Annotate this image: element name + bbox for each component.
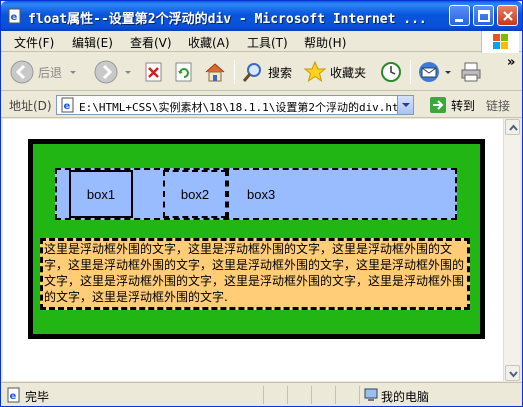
surrounding-text-paragraph: 这里是浮动框外围的文字，这里是浮动框外围的文字，这里是浮动框外围的文字，这里是浮… <box>40 238 470 310</box>
menu-help[interactable]: 帮助(H) <box>304 34 346 51</box>
address-input[interactable]: e E:\HTML+CSS\实例素材\18\18.1.1\设置第2个浮动的div… <box>56 95 414 115</box>
forward-dropdown-icon[interactable] <box>123 67 133 77</box>
stop-icon <box>145 62 162 82</box>
status-text: 完毕 <box>25 390 50 404</box>
vertical-scrollbar[interactable] <box>503 119 520 381</box>
refresh-button[interactable] <box>173 58 195 86</box>
back-arrow-icon <box>10 60 34 84</box>
chevron-down-icon <box>402 103 410 107</box>
menu-view[interactable]: 查看(V) <box>130 34 172 51</box>
box2: box2 <box>163 170 227 218</box>
go-button[interactable]: 转到 <box>429 96 475 114</box>
forward-arrow-icon <box>94 60 118 84</box>
toolbar-separator <box>234 60 235 84</box>
menu-favorites[interactable]: 收藏(A) <box>188 34 230 51</box>
security-zone: 我的电脑 <box>381 390 430 404</box>
svg-text:e: e <box>11 12 18 23</box>
close-button[interactable] <box>497 5 518 26</box>
refresh-icon <box>175 62 192 82</box>
search-label: 搜索 <box>268 65 293 80</box>
status-divider <box>335 386 336 404</box>
forward-button[interactable] <box>93 58 133 86</box>
favorites-star-icon <box>303 60 327 83</box>
svg-text:e: e <box>10 391 17 402</box>
toolbar-overflow-chevron[interactable]: » <box>507 55 515 70</box>
stop-button[interactable] <box>143 58 165 86</box>
search-icon <box>242 63 261 82</box>
scroll-down-icon <box>509 371 518 378</box>
svg-text:e: e <box>64 101 71 112</box>
close-icon <box>503 11 513 21</box>
menu-file[interactable]: 文件(F) <box>14 34 54 51</box>
address-value: E:\HTML+CSS\实例素材\18\18.1.1\设置第2个浮动的div.h… <box>79 101 406 114</box>
search-button[interactable]: 搜索 <box>241 58 292 86</box>
box1: box1 <box>69 170 133 218</box>
favorites-button[interactable]: 收藏夹 <box>303 58 366 86</box>
ie-page-icon: e <box>8 8 21 24</box>
title-bar[interactable]: e float属性--设置第2个浮动的div - Microsoft Inter… <box>1 1 522 31</box>
status-divider <box>287 386 288 404</box>
mail-dropdown-icon[interactable] <box>443 67 453 77</box>
window-title: float属性--设置第2个浮动的div - Microsoft Interne… <box>28 12 427 27</box>
back-dropdown-icon[interactable] <box>68 67 78 77</box>
mail-icon <box>419 62 439 82</box>
maximize-button[interactable] <box>473 5 494 26</box>
toolbar-separator <box>410 60 411 84</box>
page-icon: e <box>61 97 74 113</box>
page-done-icon: e <box>7 387 20 403</box>
address-dropdown-button[interactable] <box>397 96 413 114</box>
windows-logo <box>481 31 519 53</box>
print-button[interactable] <box>459 58 483 86</box>
status-divider <box>263 386 264 404</box>
page-viewport: box1 box2 box3 这里是浮动框外围的文字，这里是浮动框外围的文字，这… <box>3 119 520 381</box>
float-row: box1 box2 box3 <box>55 168 457 220</box>
links-button[interactable]: 链接 <box>486 97 510 114</box>
scroll-up-icon <box>509 124 518 131</box>
minimize-icon <box>455 19 463 22</box>
home-icon <box>205 63 225 82</box>
mail-button[interactable] <box>417 58 453 86</box>
scroll-up-button[interactable] <box>505 119 520 135</box>
go-arrow-icon <box>430 97 446 113</box>
back-button[interactable]: 后退 <box>9 58 78 86</box>
address-label: 地址(D) <box>9 99 52 113</box>
history-icon <box>381 62 401 82</box>
ie-window: e float属性--设置第2个浮动的div - Microsoft Inter… <box>0 0 523 407</box>
menu-edit[interactable]: 编辑(E) <box>72 34 113 51</box>
go-label: 转到 <box>451 98 476 113</box>
status-bar: e 完毕 我的电脑 <box>1 382 522 406</box>
windows-flag-icon <box>493 34 508 49</box>
menu-bar: 文件(F) 编辑(E) 查看(V) 收藏(A) 工具(T) 帮助(H) <box>1 31 522 52</box>
status-divider <box>311 386 312 404</box>
scroll-down-button[interactable] <box>505 365 520 381</box>
menu-tools[interactable]: 工具(T) <box>247 34 288 51</box>
home-button[interactable] <box>203 58 227 86</box>
history-button[interactable] <box>379 58 403 86</box>
box3: box3 <box>227 170 291 218</box>
address-bar: 地址(D) e E:\HTML+CSS\实例素材\18\18.1.1\设置第2个… <box>1 92 522 118</box>
favorites-label: 收藏夹 <box>330 65 367 80</box>
outer-container: box1 box2 box3 这里是浮动框外围的文字，这里是浮动框外围的文字，这… <box>28 139 485 339</box>
my-computer-icon <box>364 388 378 401</box>
status-divider <box>359 386 360 404</box>
back-label: 后退 <box>38 65 63 80</box>
minimize-button[interactable] <box>449 5 470 26</box>
standard-toolbar: 后退 搜索 收藏夹 » <box>1 53 522 91</box>
maximize-icon <box>478 10 490 22</box>
printer-icon <box>461 62 481 82</box>
